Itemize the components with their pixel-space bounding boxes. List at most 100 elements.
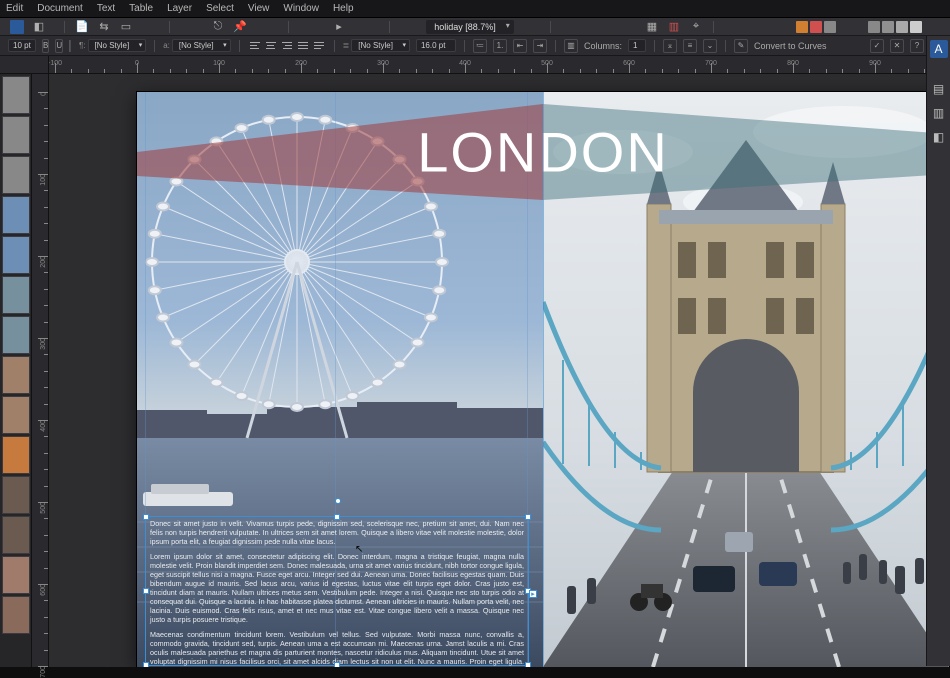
group-icon[interactable]: ▭ [119, 20, 133, 34]
persona-designer-icon[interactable] [10, 20, 24, 34]
indent-more-button[interactable]: ⇥ [533, 39, 547, 53]
indent-less-button[interactable]: ⇤ [513, 39, 527, 53]
align-right-button[interactable] [280, 39, 294, 53]
convert-to-curves-icon[interactable]: ✎ [734, 39, 748, 53]
body-paragraph-2: Lorem ipsum dolor sit amet, consectetur … [150, 552, 524, 624]
ruler-label: 400 [41, 420, 48, 432]
vertical-align-top[interactable]: ⌅ [663, 39, 677, 53]
preflight-check-icon[interactable]: ✓ [870, 39, 884, 53]
pin-icon[interactable]: 📌 [233, 20, 247, 34]
align-distribute-icons[interactable] [796, 21, 836, 33]
vertical-ruler[interactable]: 0100200300400500600700 [32, 74, 49, 667]
body-text-frame[interactable]: Donec sit amet justo in velit. Vivamus t… [145, 516, 529, 666]
order-forward-icon[interactable] [896, 21, 908, 33]
align-center-button[interactable] [264, 39, 278, 53]
leading-icon: ≣ [343, 41, 350, 50]
order-back-icon[interactable] [868, 21, 880, 33]
arrange-icon[interactable]: ⇆ [97, 20, 111, 34]
app-logo-icon[interactable]: A [930, 40, 948, 58]
menu-table[interactable]: Table [129, 3, 153, 14]
document-tab[interactable]: holiday [88.7%] [426, 20, 514, 34]
stock-thumbnail[interactable] [2, 356, 30, 394]
align-center-icon[interactable] [810, 21, 822, 33]
page-spread[interactable]: Donec sit amet justo in velit. Vivamus t… [137, 92, 949, 667]
stock-thumbnail[interactable] [2, 76, 30, 114]
menu-window[interactable]: Window [283, 3, 319, 14]
ruler-label: 100 [213, 60, 225, 67]
align-left-icon[interactable] [796, 21, 808, 33]
play-icon[interactable]: ▸ [332, 20, 346, 34]
help-icon[interactable]: ? [910, 39, 924, 53]
menu-layer[interactable]: Layer [167, 3, 192, 14]
menu-text[interactable]: Text [97, 3, 115, 14]
stock-thumbnail[interactable] [2, 196, 30, 234]
stock-thumbnail[interactable] [2, 396, 30, 434]
workspace: 0100200300400500600700 [0, 74, 950, 667]
menu-edit[interactable]: Edit [6, 3, 23, 14]
menu-document[interactable]: Document [37, 3, 83, 14]
stock-panel[interactable] [0, 74, 32, 667]
ruler-origin[interactable] [0, 56, 49, 73]
assets-panel-icon[interactable]: ◧ [930, 128, 948, 146]
menu-select[interactable]: Select [206, 3, 234, 14]
rotation-handle[interactable] [335, 498, 341, 504]
character-style-dropdown[interactable]: [No Style] [172, 39, 231, 52]
ruler-label: 500 [41, 502, 48, 514]
context-toolbar: ◧ 📄 ⇆ ▭ ⎋ 📌 ▸ holiday [88.7%] ▦ ▥ ⌖ [0, 18, 950, 36]
stock-thumbnail[interactable] [2, 556, 30, 594]
persona-frame-icon[interactable]: ◧ [32, 20, 46, 34]
text-align-group [248, 39, 326, 53]
preflight-cross-icon[interactable]: ✕ [890, 39, 904, 53]
grid-toggle-icon[interactable]: ▦ [645, 20, 659, 34]
arrange-order-icons[interactable] [868, 21, 922, 33]
bullet-list-button[interactable]: ≔ [473, 39, 487, 53]
align-right-icon[interactable] [824, 21, 836, 33]
menu-help[interactable]: Help [333, 3, 354, 14]
file-open-icon[interactable]: 📄 [75, 20, 89, 34]
ruler-label: 400 [459, 60, 471, 67]
align-left-button[interactable] [248, 39, 262, 53]
horizontal-ruler[interactable]: -1000100200300400500600700800900 [0, 56, 950, 74]
snapping-icon[interactable]: ⌖ [689, 20, 703, 34]
cursor-icon: ↖ [355, 544, 363, 555]
ruler-label: 600 [41, 584, 48, 596]
baseline-grid-icon[interactable]: ▥ [667, 20, 681, 34]
stock-thumbnail[interactable] [2, 236, 30, 274]
ruler-label: 0 [41, 92, 48, 96]
convert-to-curves-label[interactable]: Convert to Curves [754, 41, 827, 51]
spine-guide [543, 92, 544, 667]
leading-dropdown[interactable]: [No Style] [351, 39, 410, 52]
number-list-button[interactable]: 1. [493, 39, 507, 53]
layers-panel-icon[interactable]: ▤ [930, 80, 948, 98]
ruler-label: 700 [41, 666, 48, 678]
canvas[interactable]: Donec sit amet justo in velit. Vivamus t… [49, 74, 950, 667]
font-size-field[interactable]: 10 pt [8, 39, 36, 52]
text-flow-out-port[interactable]: ▸ [529, 590, 537, 598]
vertical-align-bottom[interactable]: ⌄ [703, 39, 717, 53]
order-front-icon[interactable] [910, 21, 922, 33]
menu-view[interactable]: View [248, 3, 270, 14]
pages-panel-icon[interactable]: ▥ [930, 104, 948, 122]
stock-thumbnail[interactable] [2, 596, 30, 634]
columns-field[interactable]: 1 [628, 39, 646, 52]
stock-thumbnail[interactable] [2, 516, 30, 554]
vertical-align-center[interactable]: ≡ [683, 39, 697, 53]
stock-thumbnail[interactable] [2, 156, 30, 194]
stock-thumbnail[interactable] [2, 276, 30, 314]
stock-thumbnail[interactable] [2, 436, 30, 474]
stock-thumbnail[interactable] [2, 316, 30, 354]
paragraph-style-dropdown[interactable]: [No Style] [88, 39, 147, 52]
stock-thumbnail[interactable] [2, 476, 30, 514]
order-backward-icon[interactable] [882, 21, 894, 33]
anchor-icon[interactable]: ⎋ [211, 20, 225, 34]
body-text[interactable]: Donec sit amet justo in velit. Vivamus t… [146, 517, 528, 667]
stock-thumbnail[interactable] [2, 116, 30, 154]
body-paragraph-1: Donec sit amet justo in velit. Vivamus t… [150, 519, 524, 546]
ruler-label: 100 [41, 174, 48, 186]
bold-toggle[interactable]: B [42, 39, 49, 53]
indent-field[interactable]: 16.0 pt [416, 39, 456, 52]
align-justify-button[interactable] [296, 39, 310, 53]
underline-toggle[interactable]: U [55, 39, 63, 53]
ruler-label: 200 [41, 256, 48, 268]
align-justify-all-button[interactable] [312, 39, 326, 53]
